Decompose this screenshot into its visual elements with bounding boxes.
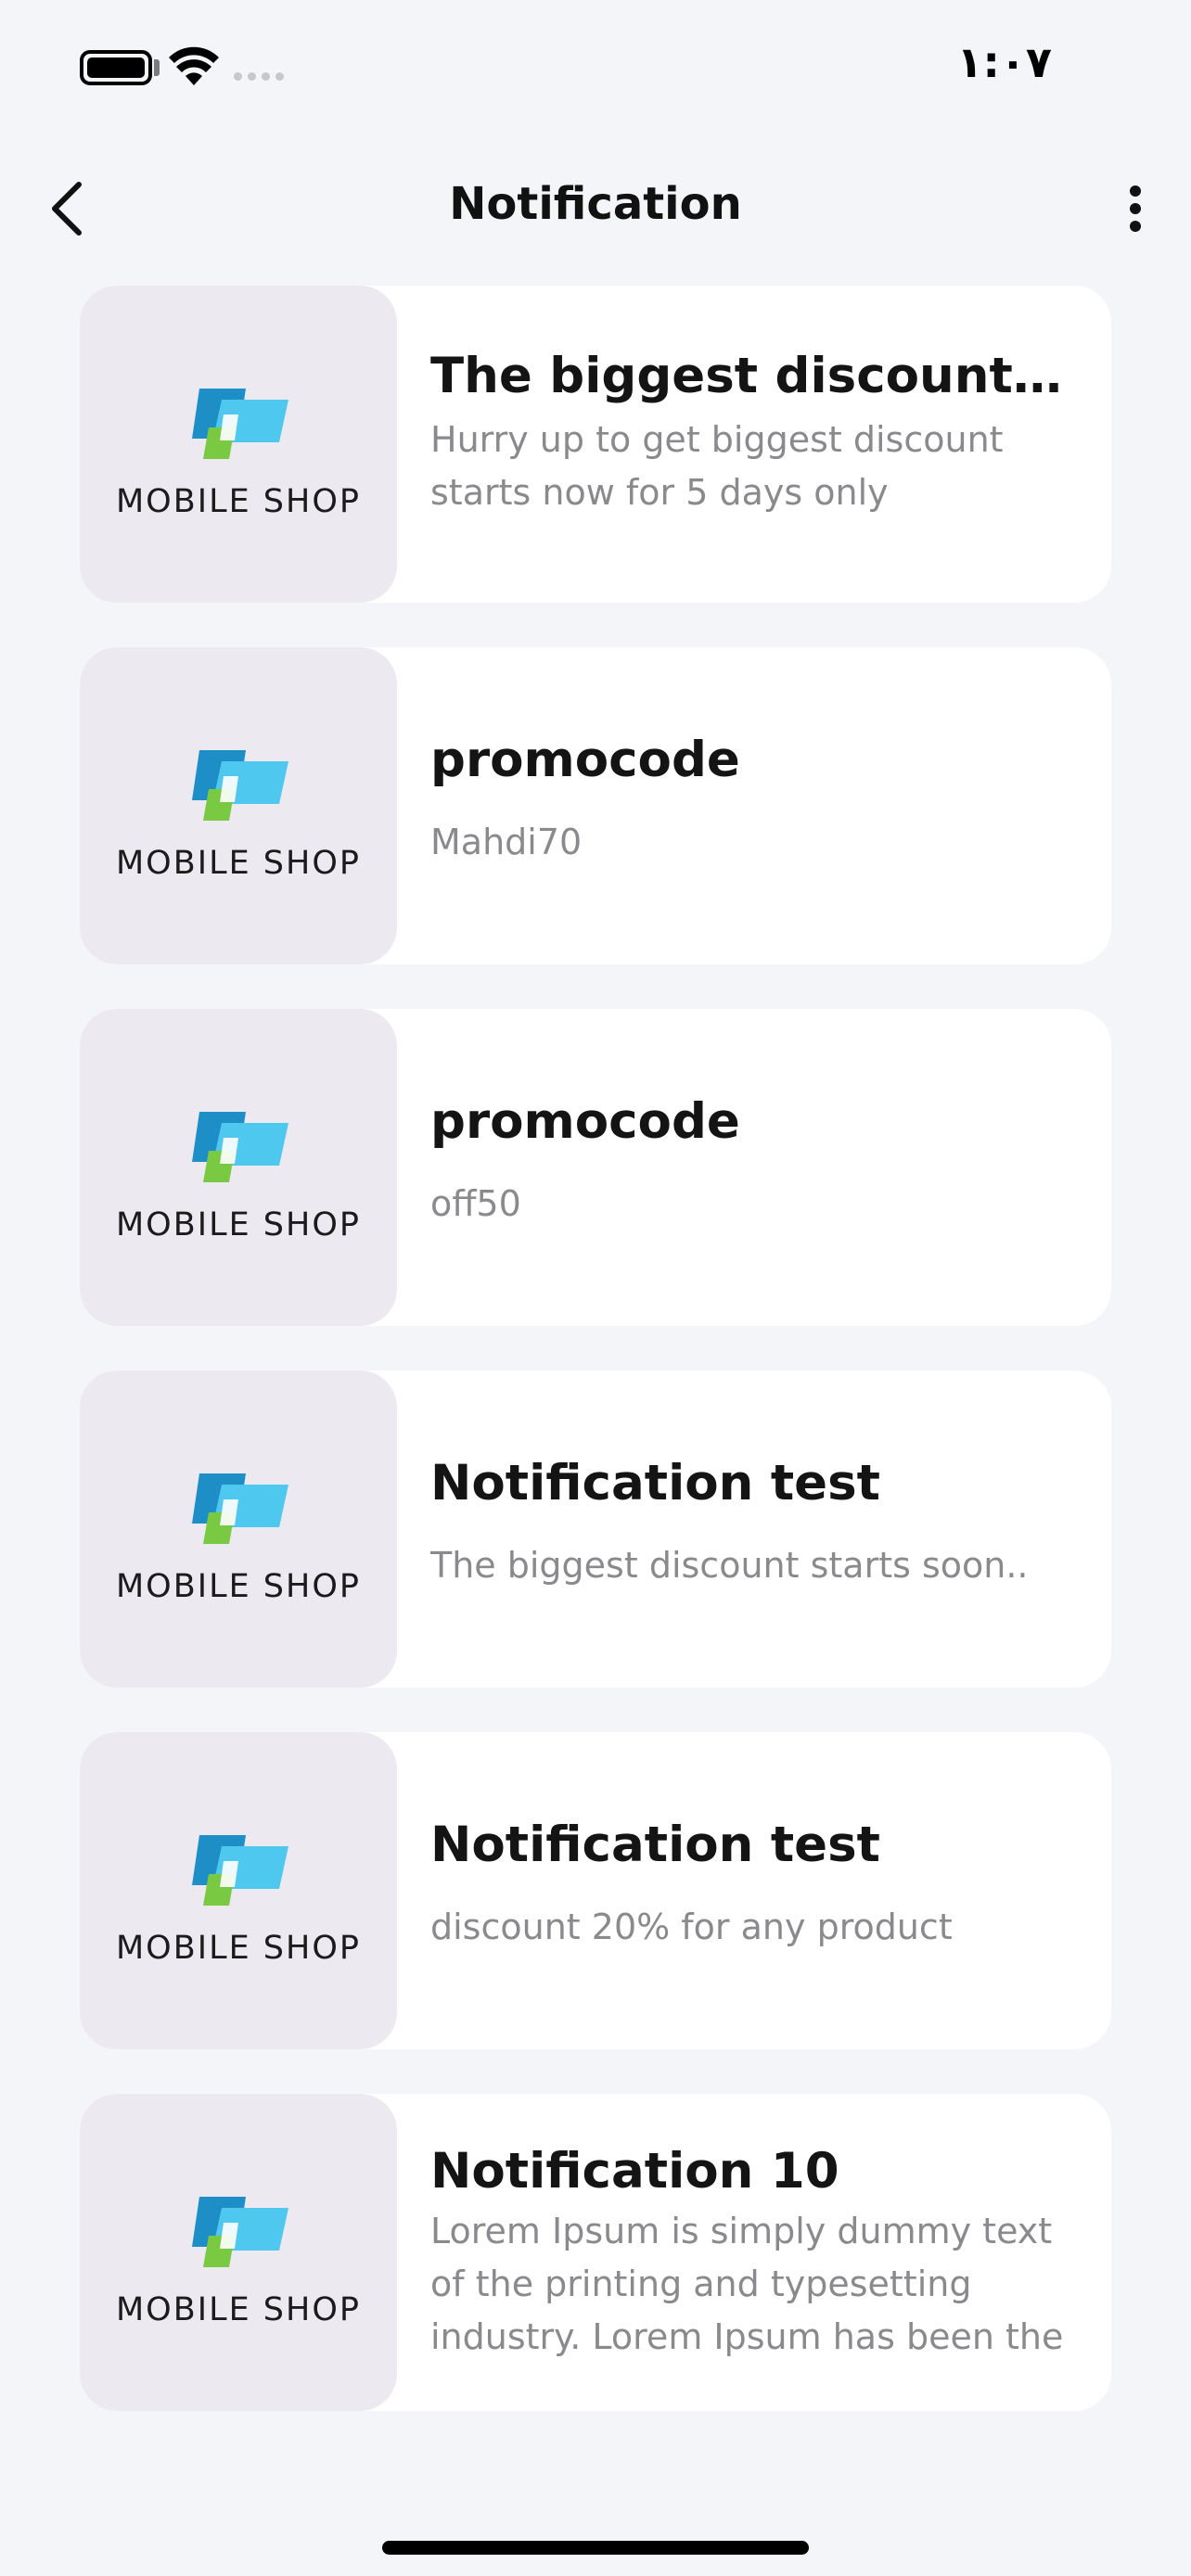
wifi-icon xyxy=(169,46,219,85)
notification-content: Notification 10 Lorem Ipsum is simply du… xyxy=(397,2094,1111,2411)
brand-logo-text: MOBILE SHOP xyxy=(115,845,361,882)
mobile-shop-logo-icon xyxy=(192,2197,288,2267)
notification-title: Notification test xyxy=(430,1455,880,1511)
notification-text: Lorem Ipsum is simply dummy text of the … xyxy=(430,2211,1064,2357)
notification-title: promocode xyxy=(430,732,740,788)
notification-thumbnail: MOBILE SHOP xyxy=(80,1009,397,1326)
battery-cap xyxy=(154,59,160,76)
notification-card[interactable]: MOBILE SHOP Notification test discount 2… xyxy=(80,1732,1111,2049)
notification-content: The biggest discount starts now Hurry up… xyxy=(397,286,1111,603)
status-bar: ١:٠٧ xyxy=(0,0,1191,139)
page-title: Notification xyxy=(449,178,742,230)
notification-text: discount 20% for any product xyxy=(430,1906,953,1947)
cellular-signal-icon xyxy=(234,72,284,81)
notification-title: promocode xyxy=(430,1093,740,1150)
notification-text: The biggest discount starts soon.. xyxy=(430,1545,1029,1586)
brand-logo-text: MOBILE SHOP xyxy=(115,1930,361,1967)
notification-thumbnail: MOBILE SHOP xyxy=(80,647,397,964)
notification-title: The biggest discount starts now xyxy=(430,348,1070,404)
notification-content: promocode off50 xyxy=(397,1009,1111,1326)
notification-thumbnail: MOBILE SHOP xyxy=(80,286,397,603)
notification-card[interactable]: MOBILE SHOP promocode Mahdi70 xyxy=(80,647,1111,964)
more-options-button[interactable] xyxy=(1108,176,1163,241)
notification-thumbnail: MOBILE SHOP xyxy=(80,1732,397,2049)
notification-thumbnail: MOBILE SHOP xyxy=(80,1371,397,1688)
notification-content: Notification test The biggest discount s… xyxy=(397,1371,1111,1688)
brand-logo-text: MOBILE SHOP xyxy=(115,2291,361,2328)
mobile-shop-logo-icon xyxy=(192,1835,288,1906)
notification-text: off50 xyxy=(430,1183,521,1224)
notification-title: Notification 10 xyxy=(430,2143,839,2200)
navigation-bar: Notification xyxy=(0,158,1191,260)
battery-full-icon xyxy=(80,50,152,85)
brand-logo-text: MOBILE SHOP xyxy=(115,483,361,520)
notification-card[interactable]: MOBILE SHOP Notification 10 Lorem Ipsum … xyxy=(80,2094,1111,2411)
mobile-shop-logo-icon xyxy=(192,750,288,821)
notification-text: Mahdi70 xyxy=(430,822,583,862)
mobile-shop-logo-icon xyxy=(192,389,288,459)
mobile-shop-logo-icon xyxy=(192,1112,288,1182)
brand-logo-text: MOBILE SHOP xyxy=(115,1206,361,1243)
notification-text: Hurry up to get biggest discount starts … xyxy=(430,419,1004,513)
notification-content: Notification test discount 20% for any p… xyxy=(397,1732,1111,2049)
home-indicator[interactable] xyxy=(382,2541,809,2555)
status-time: ١:٠٧ xyxy=(956,37,1052,87)
notification-card[interactable]: MOBILE SHOP Notification test The bigges… xyxy=(80,1371,1111,1688)
notification-screen: ١:٠٧ Notification MOBILE SHOP The bigges… xyxy=(0,0,1191,2576)
notification-content: promocode Mahdi70 xyxy=(397,647,1111,964)
notification-thumbnail: MOBILE SHOP xyxy=(80,2094,397,2411)
notification-card[interactable]: MOBILE SHOP promocode off50 xyxy=(80,1009,1111,1326)
notification-card[interactable]: MOBILE SHOP The biggest discount starts … xyxy=(80,286,1111,603)
notification-list: MOBILE SHOP The biggest discount starts … xyxy=(80,286,1111,2455)
brand-logo-text: MOBILE SHOP xyxy=(115,1568,361,1605)
mobile-shop-logo-icon xyxy=(192,1473,288,1544)
more-vertical-icon xyxy=(1130,185,1141,197)
notification-title: Notification test xyxy=(430,1817,880,1873)
